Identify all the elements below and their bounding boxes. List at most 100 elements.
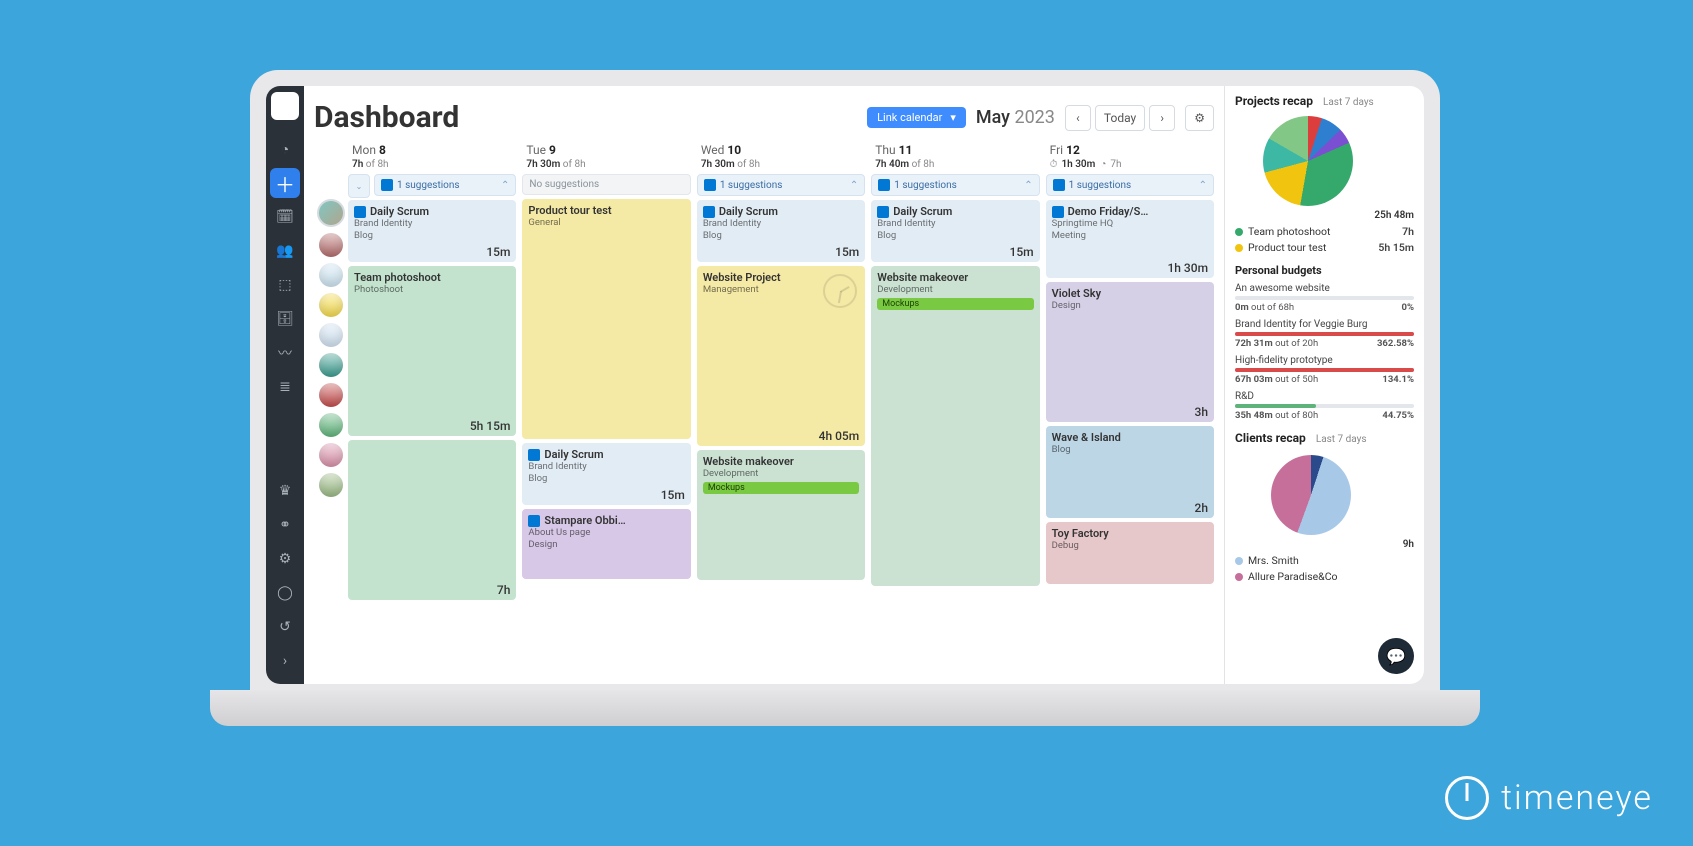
app-sidebar: ◔ ＋ 🗓 👥 ⬚ 🗄 〰 ≣ ♛ ⚭ ⚙ ◯ ↺ ›: [266, 86, 304, 684]
legend-swatch: [1235, 573, 1243, 581]
day-hours-summary: 7h 30m of 8h: [526, 159, 686, 170]
outlook-icon: [528, 515, 540, 527]
entry-duration: 5h 15m: [470, 419, 511, 433]
project-color-dot[interactable]: [319, 293, 343, 317]
legend-item: Product tour test5h 15m: [1235, 241, 1414, 254]
clock-icon: [823, 274, 857, 308]
suggestions-bar[interactable]: 1 suggestions⌃: [697, 174, 865, 196]
nav-reports-icon[interactable]: 〰: [270, 338, 300, 368]
outlook-icon: [877, 206, 889, 218]
project-color-dot[interactable]: [319, 383, 343, 407]
time-entry-block[interactable]: Website makeoverDevelopmentMockups: [697, 450, 865, 580]
day-column: Thu 11 7h 40m of 8h 1 suggestions⌃ Daily Sc…: [871, 143, 1039, 684]
chevron-up-icon: ⌃: [501, 180, 509, 191]
entry-duration: 3h: [1195, 405, 1209, 419]
day-hours-summary: 7h 30m of 8h: [701, 159, 861, 170]
personal-budgets-title: Personal budgets: [1235, 264, 1414, 277]
time-entry-block[interactable]: 7h: [348, 440, 516, 600]
outlook-icon: [704, 179, 716, 191]
nav-calendar-icon[interactable]: 🗓: [270, 202, 300, 232]
time-entry-block[interactable]: Daily ScrumBrand IdentityBlog15m: [697, 200, 865, 262]
project-color-dot[interactable]: [319, 263, 343, 287]
legend-swatch: [1235, 228, 1243, 236]
prev-week-button[interactable]: ‹: [1065, 105, 1091, 131]
budget-bar: [1235, 404, 1414, 408]
entry-tag: Mockups: [703, 482, 859, 494]
budget-item: High-fidelity prototype 67h 03m out of 5…: [1235, 355, 1414, 385]
nav-box-icon[interactable]: ⬚: [270, 270, 300, 300]
budget-item: Brand Identity for Veggie Burg 72h 31m o…: [1235, 319, 1414, 349]
budget-bar: [1235, 296, 1414, 300]
entry-duration: 7h: [497, 583, 511, 597]
suggestions-bar[interactable]: 1 suggestions⌃: [1046, 174, 1214, 196]
budget-bar: [1235, 332, 1414, 336]
nav-timer-icon[interactable]: ◔: [270, 134, 300, 164]
nav-list-icon[interactable]: ≣: [270, 372, 300, 402]
time-entry-block[interactable]: Daily ScrumBrand IdentityBlog15m: [871, 200, 1039, 262]
time-entry-block[interactable]: Team photoshootPhotoshoot5h 15m: [348, 266, 516, 436]
current-month-label: May 2023: [976, 107, 1055, 128]
timeneye-logo-icon: [1445, 776, 1489, 820]
time-entry-block[interactable]: Daily ScrumBrand IdentityBlog15m: [522, 443, 690, 505]
project-color-dot[interactable]: [319, 473, 343, 497]
time-entry-block[interactable]: Wave & IslandBlog2h: [1046, 426, 1214, 518]
user-avatar[interactable]: [317, 199, 345, 227]
time-entry-block[interactable]: Violet SkyDesign3h: [1046, 282, 1214, 422]
outlook-icon: [703, 206, 715, 218]
next-week-button[interactable]: ›: [1149, 105, 1175, 131]
view-settings-button[interactable]: ⚙: [1185, 105, 1214, 131]
nav-profile-icon[interactable]: ◯: [270, 578, 300, 608]
project-color-dot[interactable]: [319, 233, 343, 257]
outlook-icon: [1052, 206, 1064, 218]
day-header: Thu 11: [875, 143, 1035, 157]
suggestions-collapse-button[interactable]: ⌄: [348, 174, 370, 198]
entry-duration: 4h 05m: [819, 429, 860, 443]
project-color-dot[interactable]: [319, 443, 343, 467]
day-header: Tue 9: [526, 143, 686, 157]
outlook-icon: [381, 179, 393, 191]
day-column: Wed 107h 30m of 8h1 suggestions⌃Daily Sc…: [697, 143, 865, 684]
nav-org-icon[interactable]: ⚭: [270, 510, 300, 540]
time-entry-block[interactable]: Stampare Obbi…About Us pageDesign: [522, 509, 690, 579]
day-hours-summary: 7h of 8h: [352, 159, 512, 170]
suggestions-bar[interactable]: 1 suggestions⌃: [374, 174, 516, 196]
projects-recap-pie: [1263, 116, 1353, 206]
time-entry-block[interactable]: Website ProjectManagement4h 05m: [697, 266, 865, 446]
time-entry-block[interactable]: Toy FactoryDebug: [1046, 522, 1214, 584]
today-button[interactable]: Today: [1095, 105, 1145, 131]
clients-recap-title: Clients recap: [1235, 431, 1306, 445]
entry-duration: 1h 30m: [1167, 261, 1208, 275]
suggestions-bar[interactable]: 1 suggestions⌃: [871, 174, 1039, 196]
chevron-up-icon: ⌃: [1199, 180, 1207, 191]
outlook-icon: [1053, 179, 1065, 191]
nav-crown-icon[interactable]: ♛: [270, 476, 300, 506]
chat-fab-button[interactable]: 💬: [1378, 638, 1414, 674]
time-entry-block[interactable]: Product tour testGeneral: [522, 199, 690, 439]
link-calendar-button[interactable]: Link calendar▾: [867, 107, 966, 128]
time-entry-block[interactable]: Daily ScrumBrand IdentityBlog15m: [348, 200, 516, 262]
entry-tag: Mockups: [877, 298, 1033, 310]
legend-swatch: [1235, 557, 1243, 565]
time-entry-block[interactable]: Demo Friday/S…Springtime HQMeeting1h 30m: [1046, 200, 1214, 278]
chevron-up-icon: ⌃: [850, 180, 858, 191]
budget-bar: [1235, 368, 1414, 372]
nav-expand-icon[interactable]: ›: [270, 646, 300, 676]
time-entry-block[interactable]: Website makeoverDevelopmentMockups: [871, 266, 1039, 586]
nav-history-icon[interactable]: ↺: [270, 612, 300, 642]
project-color-dot[interactable]: [319, 413, 343, 437]
suggestions-bar[interactable]: No suggestions: [522, 174, 690, 195]
nav-briefcase-icon[interactable]: 🗄: [270, 304, 300, 334]
project-color-dot[interactable]: [319, 353, 343, 377]
nav-add-icon[interactable]: ＋: [270, 168, 300, 198]
nav-settings-icon[interactable]: ⚙: [270, 544, 300, 574]
nav-team-icon[interactable]: 👥: [270, 236, 300, 266]
clients-recap-range: Last 7 days: [1316, 434, 1367, 445]
chevron-down-icon: ▾: [950, 111, 956, 124]
chevron-up-icon: ⌃: [1024, 180, 1032, 191]
projects-recap-total: 25h 48m: [1235, 210, 1414, 221]
entry-duration: 15m: [835, 245, 859, 259]
project-color-dot[interactable]: [319, 323, 343, 347]
laptop-base: [210, 690, 1480, 726]
day-hours-summary: 7h 40m of 8h: [875, 159, 1035, 170]
day-column: Mon 87h of 8h⌄1 suggestions⌃Daily ScrumB…: [348, 143, 516, 684]
